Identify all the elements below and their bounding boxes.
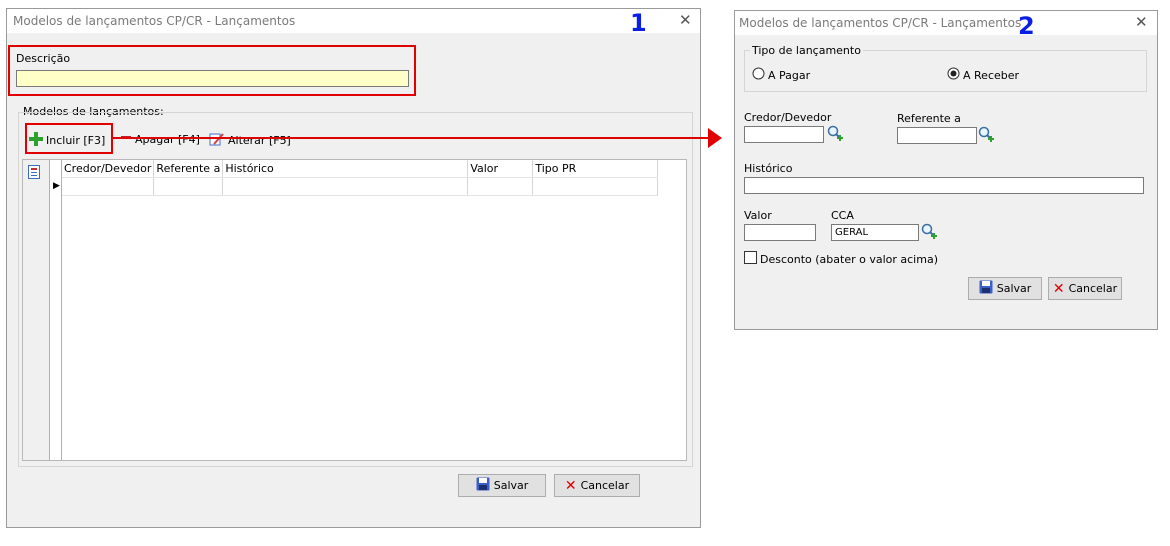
valor-label: Valor xyxy=(744,209,772,222)
window-2-titlebar: Modelos de lançamentos CP/CR - Lançament… xyxy=(735,11,1157,35)
floppy-disk-icon xyxy=(476,477,490,494)
cca-input[interactable]: GERAL xyxy=(831,224,919,241)
credor-search-icon[interactable] xyxy=(827,125,844,145)
checkbox-unchecked-icon xyxy=(744,251,757,267)
radio-selected-icon xyxy=(947,67,960,83)
col-historico[interactable]: Histórico xyxy=(222,160,469,178)
salvar-label-2: Salvar xyxy=(996,282,1032,295)
referente-a-input[interactable] xyxy=(897,127,977,144)
window-2: Modelos de lançamentos CP/CR - Lançament… xyxy=(734,10,1158,330)
window-1-title: Modelos de lançamentos CP/CR - Lançament… xyxy=(13,14,296,28)
referente-search-icon[interactable] xyxy=(978,126,995,146)
minus-icon xyxy=(121,133,131,146)
grid-indicator-column xyxy=(23,160,50,460)
step-number-2: 2 xyxy=(1018,12,1035,40)
radio-a-pagar[interactable]: A Pagar xyxy=(752,67,810,83)
floppy-disk-icon xyxy=(979,280,993,297)
salvar-button[interactable]: Salvar xyxy=(458,474,546,497)
cancelar-label: Cancelar xyxy=(580,479,630,492)
step-number-1: 1 xyxy=(630,9,647,37)
table-row[interactable] xyxy=(62,177,659,196)
col-valor[interactable]: Valor xyxy=(467,160,534,178)
apagar-button[interactable]: Apagar [F4] xyxy=(121,133,200,146)
window-2-title: Modelos de lançamentos CP/CR - Lançament… xyxy=(739,16,1022,30)
credor-devedor-label: Credor/Devedor xyxy=(744,111,832,124)
desconto-checkbox[interactable]: Desconto (abater o valor acima) xyxy=(744,251,938,267)
grid-header-row: Credor/Devedor Referente a Histórico Val… xyxy=(62,160,659,178)
descricao-highlight-box xyxy=(8,45,416,96)
x-icon: ✕ xyxy=(1052,280,1065,297)
historico-label: Histórico xyxy=(744,162,793,175)
col-tipo-pr[interactable]: Tipo PR xyxy=(532,160,659,178)
alterar-label: Alterar [F5] xyxy=(228,134,291,147)
col-credor-devedor[interactable]: Credor/Devedor xyxy=(62,160,155,178)
grid-table: Credor/Devedor Referente a Histórico Val… xyxy=(62,160,659,196)
salvar-button-2[interactable]: Salvar xyxy=(968,277,1042,300)
salvar-label: Salvar xyxy=(493,479,529,492)
edit-icon xyxy=(209,132,225,149)
x-icon: ✕ xyxy=(564,477,577,494)
historico-input[interactable] xyxy=(744,177,1144,194)
cca-label: CCA xyxy=(831,209,854,222)
window-2-close-icon[interactable]: ✕ xyxy=(1135,13,1148,31)
connector-line xyxy=(113,137,711,139)
cancelar-button[interactable]: ✕ Cancelar xyxy=(554,474,640,497)
connector-arrowhead-icon xyxy=(708,128,722,148)
referente-a-label: Referente a xyxy=(897,112,961,125)
radio-a-pagar-label: A Pagar xyxy=(768,68,811,82)
tipo-lancamento-label: Tipo de lançamento xyxy=(750,44,863,57)
cancelar-label-2: Cancelar xyxy=(1068,282,1118,295)
cca-search-icon[interactable] xyxy=(921,223,938,243)
credor-devedor-input[interactable] xyxy=(744,126,824,143)
apagar-label: Apagar [F4] xyxy=(135,133,200,146)
lancamentos-grid[interactable]: ▶ Credor/Devedor Referente a Histórico V… xyxy=(22,159,687,461)
current-row-arrow-icon: ▶ xyxy=(53,181,60,191)
radio-a-receber[interactable]: A Receber xyxy=(947,67,1019,83)
incluir-highlight-box xyxy=(25,123,113,154)
alterar-button[interactable]: Alterar [F5] xyxy=(209,132,291,149)
grid-row-indicator: ▶ xyxy=(50,160,62,460)
cancelar-button-2[interactable]: ✕ Cancelar xyxy=(1048,277,1122,300)
grid-settings-icon[interactable] xyxy=(28,165,41,182)
col-referente-a[interactable]: Referente a xyxy=(153,160,224,178)
window-1-titlebar: Modelos de lançamentos CP/CR - Lançament… xyxy=(7,9,700,33)
radio-a-receber-label: A Receber xyxy=(963,68,1020,82)
radio-unselected-icon xyxy=(752,67,765,83)
valor-input[interactable] xyxy=(744,224,816,241)
window-1-close-icon[interactable]: ✕ xyxy=(679,11,692,29)
desconto-label: Desconto (abater o valor acima) xyxy=(760,252,938,266)
